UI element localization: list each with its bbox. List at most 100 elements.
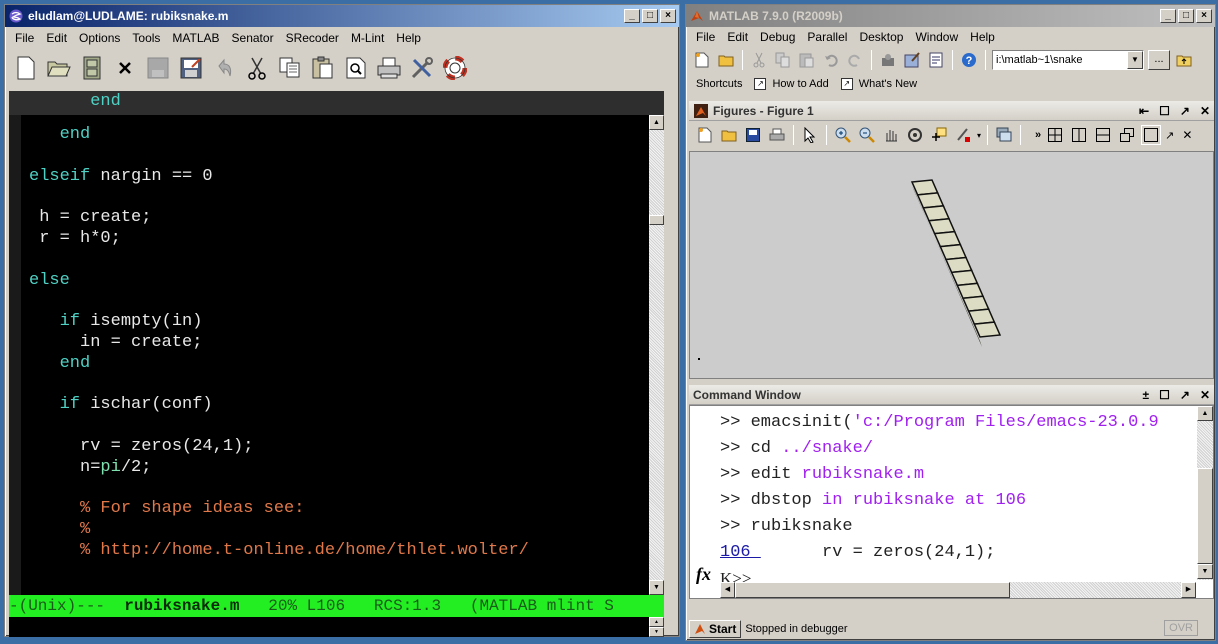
help-lifebuoy-icon[interactable] (442, 55, 468, 81)
paste-icon[interactable] (310, 55, 336, 81)
save-as-icon[interactable] (178, 55, 204, 81)
select-arrow-icon[interactable] (800, 125, 820, 145)
save-disabled-icon[interactable] (145, 55, 171, 81)
tile-grid-icon[interactable] (1045, 125, 1065, 145)
function-browser-icon[interactable]: fx (696, 564, 711, 585)
rotate-3d-icon[interactable] (905, 125, 925, 145)
code-line[interactable]: else (29, 271, 529, 292)
code-line[interactable]: % (29, 520, 529, 541)
customize-icon[interactable] (409, 55, 435, 81)
new-file-icon[interactable] (13, 55, 39, 81)
close-icon[interactable]: ✕ (1200, 104, 1210, 118)
print-icon[interactable] (767, 125, 787, 145)
print-icon[interactable] (376, 55, 402, 81)
dired-cabinet-icon[interactable] (79, 55, 105, 81)
code-line[interactable] (29, 146, 529, 167)
zoom-in-icon[interactable] (833, 125, 853, 145)
folder-up-icon[interactable] (1174, 50, 1194, 70)
code-editor[interactable]: end elseif nargin == 0 h = create; r = h*… (9, 115, 664, 595)
dock-icon[interactable]: ± (1143, 388, 1150, 402)
menu-mlint[interactable]: M-Lint (345, 29, 390, 47)
code-line[interactable]: if isempty(in) (29, 312, 529, 333)
undock-icon[interactable]: ↗ (1180, 104, 1190, 118)
maximize-button[interactable]: □ (1178, 9, 1194, 23)
close-button[interactable]: × (660, 9, 676, 23)
matlab-titlebar[interactable]: MATLAB 7.9.0 (R2009b) _ □ × (686, 5, 1215, 27)
command-window-vscroll[interactable]: ▲ ▼ (1197, 406, 1213, 580)
pan-hand-icon[interactable] (881, 125, 901, 145)
simulink-icon[interactable] (878, 50, 898, 70)
scroll-down-button[interactable]: ▼ (1197, 564, 1213, 579)
open-folder-icon[interactable] (46, 55, 72, 81)
close-icon[interactable]: ✕ (1200, 388, 1210, 402)
emacs-titlebar[interactable]: eludlam@LUDLAME: rubiksnake.m _ □ × (5, 5, 679, 27)
menu-matlab[interactable]: MATLAB (166, 29, 225, 47)
start-button[interactable]: Start (689, 620, 742, 638)
tile-columns-icon[interactable] (1069, 125, 1089, 145)
command-window-body[interactable]: >> emacsinit('c:/Program Files/emacs-23.… (689, 405, 1214, 599)
dock-icon[interactable]: ⇤ (1139, 104, 1149, 118)
scroll-up-button[interactable]: ▲ (1197, 406, 1213, 421)
hscroll-thumb[interactable] (735, 582, 1010, 598)
menu-debug[interactable]: Debug (754, 28, 801, 46)
command-history-text[interactable]: >> emacsinit('c:/Program Files/emacs-23.… (720, 410, 1159, 592)
brush-dropdown-icon[interactable]: ▾ (977, 131, 981, 140)
cut-icon[interactable] (244, 55, 270, 81)
guide-icon[interactable] (902, 50, 922, 70)
copy-icon[interactable] (277, 55, 303, 81)
undock-figure-icon[interactable]: ↗ (1165, 129, 1174, 142)
debug-line-number-link[interactable]: 106 (720, 543, 761, 562)
shortcut-how-to-add[interactable]: How to Add (772, 78, 828, 90)
menu-help[interactable]: Help (390, 29, 427, 47)
minibuffer-scroll-up[interactable]: ▲ (649, 617, 664, 627)
menu-edit[interactable]: Edit (721, 28, 754, 46)
code-line[interactable]: end (29, 125, 529, 146)
code-line[interactable]: if ischar(conf) (29, 395, 529, 416)
maximize-icon[interactable]: ☐ (1159, 388, 1170, 402)
code-line[interactable] (29, 479, 529, 500)
menu-window[interactable]: Window (909, 28, 964, 46)
data-cursor-icon[interactable] (929, 125, 949, 145)
chevron-down-icon[interactable]: ▼ (1127, 51, 1143, 69)
scroll-thumb[interactable] (649, 215, 664, 225)
editor-scrollbar[interactable]: ▲ ▼ (649, 115, 664, 595)
save-icon[interactable] (743, 125, 763, 145)
close-button[interactable]: × (1196, 9, 1212, 23)
code-line[interactable]: in = create; (29, 333, 529, 354)
open-folder-icon[interactable] (716, 50, 736, 70)
menu-parallel[interactable]: Parallel (801, 28, 853, 46)
scroll-thumb[interactable] (1197, 468, 1213, 564)
code-line[interactable]: n=pi/2; (29, 458, 529, 479)
menu-srecoder[interactable]: SRecoder (280, 29, 345, 47)
maximize-figure-icon[interactable] (1141, 125, 1162, 145)
float-windows-icon[interactable] (1117, 125, 1137, 145)
scroll-right-button[interactable]: ▶ (1181, 582, 1196, 598)
scroll-up-button[interactable]: ▲ (649, 115, 664, 130)
search-icon[interactable] (343, 55, 369, 81)
scroll-left-button[interactable]: ◀ (720, 582, 735, 598)
code-line[interactable]: r = h*0; (29, 229, 529, 250)
close-buffer-icon[interactable] (112, 55, 138, 81)
paste-icon[interactable] (797, 50, 817, 70)
open-icon[interactable] (719, 125, 739, 145)
tile-rows-icon[interactable] (1093, 125, 1113, 145)
current-folder-field[interactable]: i:\matlab~1\snake ▼ (992, 50, 1144, 70)
code-line[interactable]: % http://home.t-online.de/home/thlet.wol… (29, 541, 529, 562)
code-line[interactable]: h = create; (29, 208, 529, 229)
cut-icon[interactable] (749, 50, 769, 70)
brush-icon[interactable] (953, 125, 973, 145)
zoom-out-icon[interactable] (857, 125, 877, 145)
undo-icon[interactable] (211, 55, 237, 81)
browse-folder-button[interactable]: ... (1148, 50, 1170, 70)
copy-icon[interactable] (773, 50, 793, 70)
minibuffer-scrollbar[interactable]: ▲ ▼ (649, 617, 664, 637)
profiler-icon[interactable] (926, 50, 946, 70)
help-icon[interactable]: ? (959, 50, 979, 70)
new-figure-icon[interactable] (695, 125, 715, 145)
menu-help[interactable]: Help (964, 28, 1001, 46)
menu-tools[interactable]: Tools (126, 29, 166, 47)
command-window-hscroll[interactable]: ◀ ▶ (720, 582, 1196, 598)
code-line[interactable] (29, 250, 529, 271)
maximize-button[interactable]: □ (642, 9, 658, 23)
link-plot-icon[interactable] (994, 125, 1014, 145)
